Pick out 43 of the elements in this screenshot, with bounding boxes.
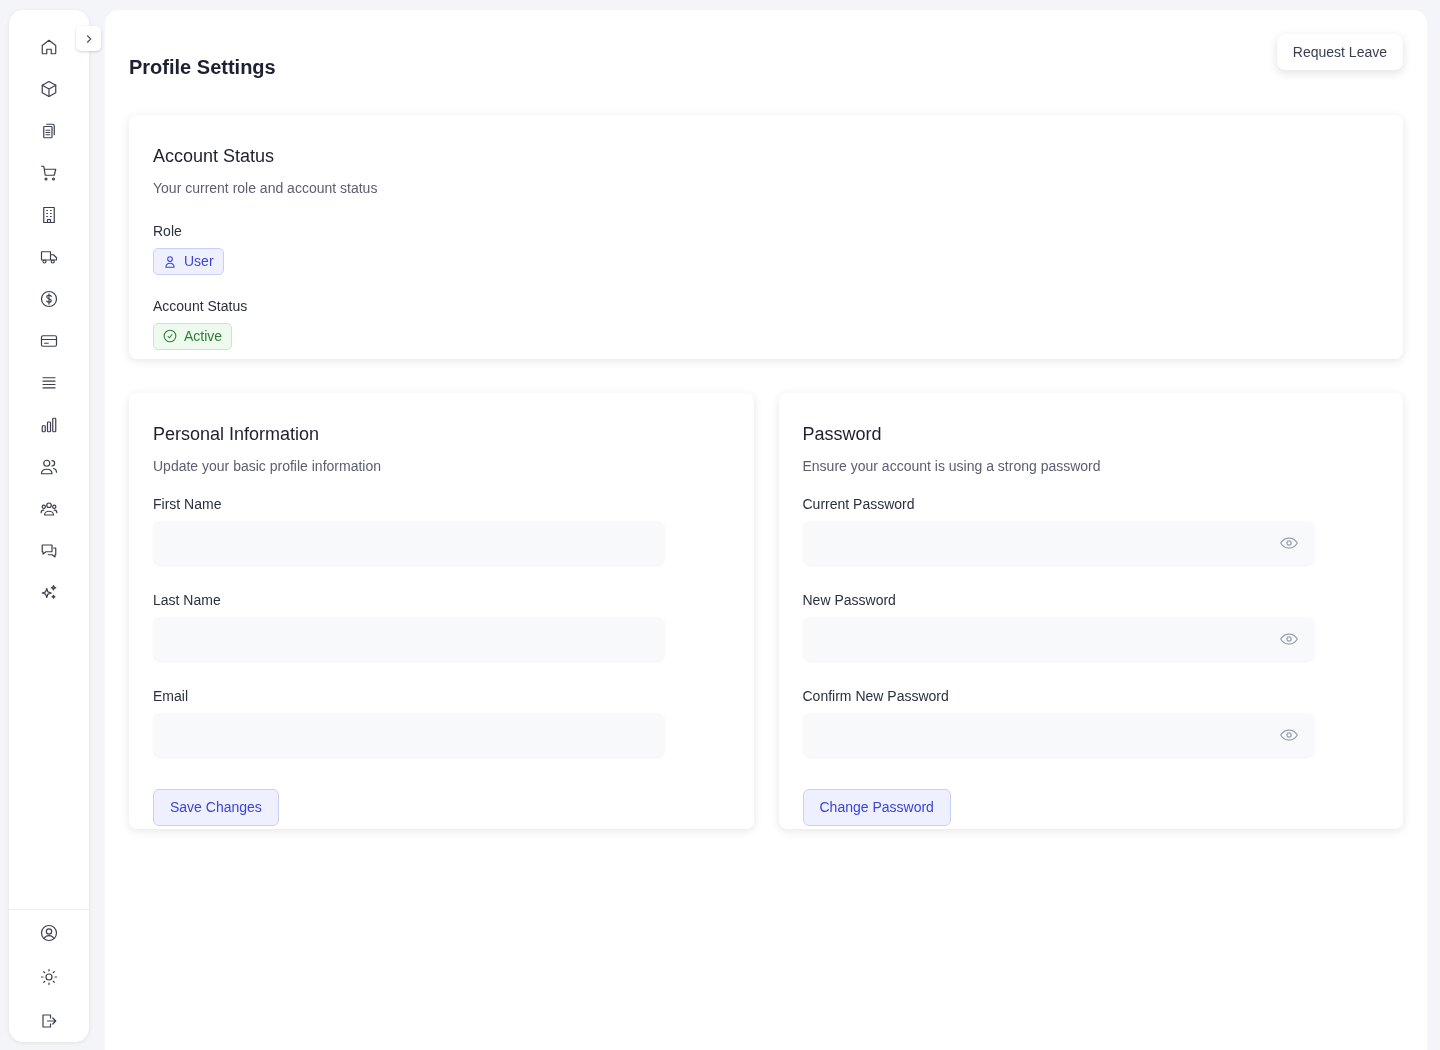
change-password-button[interactable]: Change Password (802, 789, 951, 826)
password-field[interactable] (802, 617, 1315, 661)
field-label: Account Status (153, 296, 249, 316)
card-subtitle: Ensure your account is using a strong password (802, 457, 1102, 476)
card-subtitle: Your current role and account status (153, 179, 379, 198)
expand-button[interactable] (76, 26, 101, 51)
user-circle-icon[interactable] (40, 924, 58, 942)
truck-icon[interactable] (40, 248, 58, 266)
badge-text: User (184, 252, 214, 271)
request-leave-button[interactable]: Request Leave (1276, 34, 1403, 70)
password-field[interactable] (802, 713, 1315, 757)
field-label: New Password (802, 591, 897, 610)
building-icon[interactable] (40, 206, 58, 224)
bar-chart-icon[interactable] (40, 416, 58, 434)
card-title: Password (802, 423, 883, 446)
cart-icon[interactable] (40, 164, 58, 182)
field-label: Email (153, 687, 189, 706)
field-label: Current Password (802, 495, 916, 514)
home-icon[interactable] (40, 38, 58, 56)
logout-icon[interactable] (40, 1012, 58, 1030)
field-label: Role (153, 222, 183, 241)
cube-icon[interactable] (40, 80, 58, 98)
save-changes-button[interactable]: Save Changes (153, 789, 279, 826)
group-icon[interactable] (40, 500, 58, 518)
credit-card-icon[interactable] (40, 332, 58, 350)
card-title: Personal Information (153, 423, 321, 446)
page-title: Profile Settings (129, 55, 276, 80)
field-label: Last Name (153, 591, 222, 610)
card-title: Account Status (153, 145, 276, 168)
field-label: Confirm New Password (802, 687, 950, 706)
user-icon (163, 254, 177, 269)
field-label: First Name (153, 495, 223, 514)
sun-icon[interactable] (40, 968, 58, 986)
password-field[interactable] (802, 521, 1315, 565)
chat-icon[interactable] (40, 542, 58, 560)
clipboard-icon[interactable] (40, 122, 58, 140)
users-icon[interactable] (40, 458, 58, 476)
badge-text: Active (184, 326, 223, 346)
card-subtitle: Update your basic profile information (153, 457, 382, 476)
list-icon[interactable] (40, 374, 58, 392)
sparkles-icon[interactable] (40, 584, 58, 602)
dollar-icon[interactable] (40, 290, 58, 308)
check-circle-icon (163, 329, 177, 343)
